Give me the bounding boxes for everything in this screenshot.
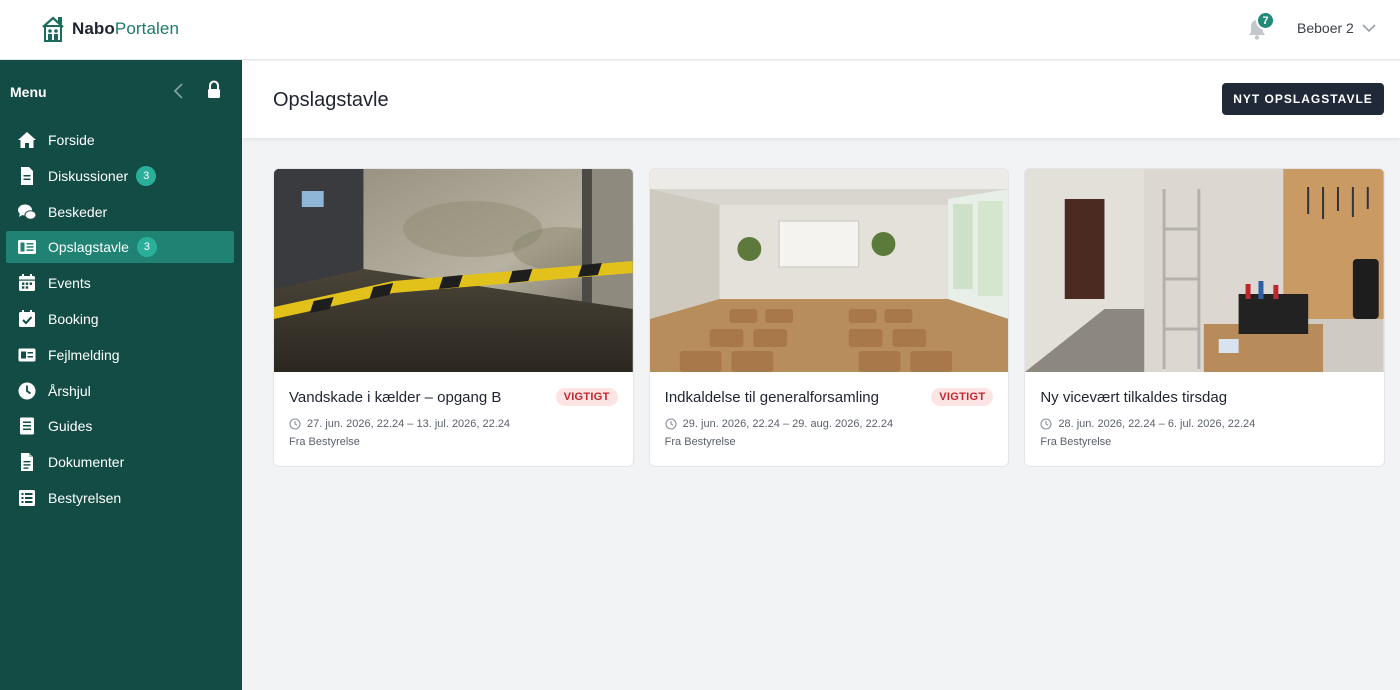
- sidebar-item-booking[interactable]: Booking: [6, 303, 234, 335]
- sidebar-item-forside[interactable]: Forside: [6, 124, 234, 156]
- logo-text-bold: Nabo: [72, 19, 115, 38]
- sidebar-item-label: Events: [48, 275, 91, 292]
- meeting-room-image: [649, 169, 1009, 372]
- post-author: Fra Bestyrelse: [289, 436, 360, 448]
- logo[interactable]: NaboPortalen: [40, 15, 179, 43]
- post-date: 29. jun. 2026, 22.24 – 29. aug. 2026, 22…: [665, 418, 994, 430]
- sidebar-item-label: Dokumenter: [48, 454, 125, 471]
- new-post-button[interactable]: NYT OPSLAGSTAVLE: [1222, 83, 1384, 115]
- basement-image: [274, 169, 633, 372]
- sidebar: Menu Forside Diskussioner 3 Beskeder Ops…: [0, 60, 242, 690]
- sidebar-item-dokumenter[interactable]: Dokumenter: [6, 446, 234, 478]
- post-date: 27. jun. 2026, 22.24 – 13. jul. 2026, 22…: [289, 418, 618, 430]
- sidebar-item-label: Forside: [48, 132, 95, 148]
- sidebar-item-arshjul[interactable]: Årshjul: [6, 375, 234, 407]
- post-card[interactable]: Ny vicevært tilkaldes tirsdag 28. jun. 2…: [1024, 168, 1386, 467]
- storage-room-image: [1025, 169, 1385, 372]
- important-tag: VIGTIGT: [555, 388, 618, 406]
- list-icon: [19, 489, 35, 506]
- post-card[interactable]: Vandskade i kælder – opgang B VIGTIGT 27…: [273, 168, 634, 467]
- sidebar-item-events[interactable]: Events: [6, 267, 234, 299]
- sidebar-item-fejlmelding[interactable]: Fejlmelding: [6, 339, 234, 371]
- sidebar-item-label: Booking: [48, 310, 99, 327]
- clock-icon: [289, 418, 301, 430]
- sidebar-item-label: Fejlmelding: [48, 346, 120, 363]
- sidebar-item-diskussioner[interactable]: Diskussioner 3: [6, 160, 234, 192]
- notification-badge: 7: [1256, 11, 1275, 30]
- sidebar-item-bestyrelsen[interactable]: Bestyrelsen: [6, 482, 234, 514]
- count-badge: 3: [136, 237, 157, 258]
- sidebar-nav: Forside Diskussioner 3 Beskeder Opslagst…: [6, 124, 234, 518]
- post-date-text: 27. jun. 2026, 22.24 – 13. jul. 2026, 22…: [307, 418, 511, 430]
- guide-icon: [20, 417, 34, 435]
- count-badge: 3: [136, 165, 157, 186]
- board-icon: [18, 240, 36, 255]
- post-title: Ny vicevært tilkaldes tirsdag: [1040, 389, 1228, 406]
- important-tag: VIGTIGT: [931, 388, 994, 406]
- document-icon: [21, 166, 33, 185]
- chevron-left-icon[interactable]: [172, 82, 186, 100]
- user-name: Beboer 2: [1297, 20, 1354, 36]
- post-card-body: Ny vicevært tilkaldes tirsdag 28. jun. 2…: [1025, 372, 1384, 448]
- sidebar-item-guides[interactable]: Guides: [6, 410, 234, 442]
- house-logo-icon: [42, 16, 64, 42]
- post-date-text: 28. jun. 2026, 22.24 – 6. jul. 2026, 22.…: [1058, 418, 1256, 430]
- calendar-check-icon: [19, 309, 35, 327]
- post-grid: Vandskade i kælder – opgang B VIGTIGT 27…: [273, 168, 1386, 467]
- file-icon: [21, 453, 33, 472]
- post-author: Fra Bestyrelse: [1040, 436, 1112, 448]
- calendar-icon: [19, 274, 35, 292]
- home-icon: [18, 132, 36, 148]
- report-icon: [18, 348, 36, 362]
- user-menu[interactable]: Beboer 2: [1297, 20, 1376, 36]
- post-card[interactable]: Indkaldelse til generalforsamling VIGTIG…: [648, 168, 1010, 467]
- sidebar-item-opslagstavle[interactable]: Opslagstavle 3: [6, 231, 234, 264]
- page-header: Opslagstavle NYT OPSLAGSTAVLE: [242, 61, 1400, 138]
- top-bar: NaboPortalen 7 Beboer 2: [0, 0, 1400, 60]
- page-title: Opslagstavle: [273, 89, 389, 111]
- clock-icon: [665, 418, 677, 430]
- logo-text-light: Portalen: [114, 19, 180, 38]
- lock-icon[interactable]: [206, 80, 222, 100]
- clock-icon: [18, 382, 36, 400]
- chat-icon: [18, 204, 37, 220]
- sidebar-item-label: Årshjul: [48, 382, 91, 399]
- logo-text: NaboPortalen: [72, 19, 179, 39]
- sidebar-item-label: Bestyrelsen: [48, 489, 122, 506]
- clock-icon: [1040, 418, 1052, 430]
- sidebar-item-label: Diskussioner: [48, 167, 129, 184]
- menu-title: Menu: [10, 84, 47, 100]
- chevron-down-icon: [1362, 24, 1376, 33]
- sidebar-item-label: Opslagstavle: [48, 239, 129, 256]
- sidebar-item-label: Beskeder: [48, 203, 108, 220]
- post-author: Fra Bestyrelse: [664, 436, 736, 448]
- sidebar-item-label: Guides: [48, 418, 93, 435]
- post-card-body: Vandskade i kælder – opgang B VIGTIGT 27…: [274, 372, 633, 448]
- post-date-text: 29. jun. 2026, 22.24 – 29. aug. 2026, 22…: [682, 418, 894, 430]
- sidebar-item-beskeder[interactable]: Beskeder: [6, 196, 234, 228]
- post-date: 28. jun. 2026, 22.24 – 6. jul. 2026, 22.…: [1040, 418, 1369, 430]
- post-card-body: Indkaldelse til generalforsamling VIGTIG…: [650, 372, 1009, 448]
